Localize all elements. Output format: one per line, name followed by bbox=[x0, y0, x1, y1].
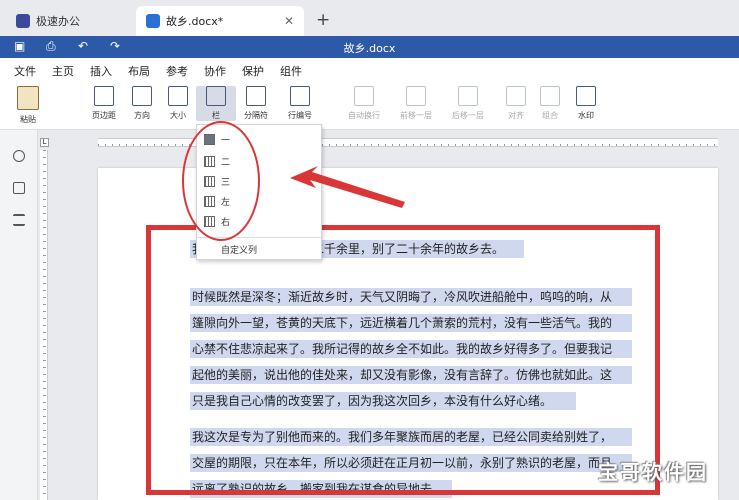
paste-label: 粘贴 bbox=[20, 115, 36, 124]
menu-protect[interactable]: 保护 bbox=[242, 63, 264, 79]
left-panel bbox=[0, 130, 38, 500]
margins-label: 页边距 bbox=[92, 111, 116, 120]
line-numbers-icon bbox=[290, 86, 310, 106]
align-icon bbox=[506, 86, 526, 106]
wrap-icon bbox=[354, 86, 374, 106]
group-label: 组合 bbox=[542, 111, 558, 120]
menu-references[interactable]: 参考 bbox=[166, 63, 188, 79]
menu-file[interactable]: 文件 bbox=[14, 63, 36, 79]
tab-label: 极速办公 bbox=[36, 15, 80, 28]
size-label: 大小 bbox=[170, 111, 186, 120]
outline-icon[interactable] bbox=[13, 214, 25, 226]
window-title: 故乡.docx bbox=[343, 42, 396, 55]
new-tab-button[interactable]: + bbox=[316, 10, 330, 30]
watermark-button[interactable]: 水印 bbox=[566, 86, 606, 121]
tab-document[interactable]: 故乡.docx* ✕ bbox=[136, 6, 304, 36]
vertical-ruler[interactable] bbox=[40, 150, 48, 500]
paste-button[interactable]: 粘贴 bbox=[8, 86, 48, 125]
menu-components[interactable]: 组件 bbox=[280, 63, 302, 79]
bring-forward-button[interactable]: 前移一层 bbox=[396, 86, 436, 121]
annotation-ellipse bbox=[182, 121, 260, 241]
search-icon[interactable] bbox=[13, 150, 25, 162]
send-backward-icon bbox=[458, 86, 478, 106]
title-bar: ▣ ⎙ ↶ ↷ 故乡.docx bbox=[0, 36, 739, 58]
wrap-button[interactable]: 自动换行 bbox=[344, 86, 384, 121]
menu-collaborate[interactable]: 协作 bbox=[204, 63, 226, 79]
bring-forward-label: 前移一层 bbox=[400, 111, 432, 120]
page-size-icon bbox=[168, 86, 188, 106]
tab-bar: 极速办公 故乡.docx* ✕ + bbox=[0, 0, 739, 36]
margins-icon bbox=[94, 86, 114, 106]
document-icon bbox=[146, 14, 160, 28]
breaks-icon bbox=[246, 86, 266, 106]
line-numbers-label: 行编号 bbox=[288, 111, 312, 120]
clipboard-icon bbox=[17, 86, 39, 110]
group-button[interactable]: 组合 bbox=[530, 86, 570, 121]
wrap-label: 自动换行 bbox=[348, 111, 380, 120]
tab-home[interactable]: 极速办公 bbox=[6, 6, 134, 36]
tab-label: 故乡.docx* bbox=[166, 15, 224, 28]
send-backward-label: 后移一层 bbox=[452, 111, 484, 120]
watermark-label: 水印 bbox=[578, 111, 594, 120]
send-backward-button[interactable]: 后移一层 bbox=[448, 86, 488, 121]
orientation-icon bbox=[132, 86, 152, 106]
close-icon[interactable]: ✕ bbox=[284, 14, 294, 28]
bring-forward-icon bbox=[406, 86, 426, 106]
annotation-box bbox=[146, 225, 660, 495]
margins-button[interactable]: 页边距 bbox=[84, 86, 124, 121]
menu-insert[interactable]: 插入 bbox=[90, 63, 112, 79]
size-button[interactable]: 大小 bbox=[158, 86, 198, 121]
columns-icon bbox=[206, 86, 226, 106]
tab-stop-selector[interactable]: L bbox=[40, 138, 49, 147]
orientation-button[interactable]: 方向 bbox=[122, 86, 162, 121]
orientation-label: 方向 bbox=[134, 111, 150, 120]
columns-button[interactable]: 栏 bbox=[196, 86, 236, 121]
rocket-icon bbox=[16, 14, 30, 28]
breaks-label: 分隔符 bbox=[244, 111, 268, 120]
line-numbers-button[interactable]: 行编号 bbox=[280, 86, 320, 121]
group-icon bbox=[540, 86, 560, 106]
menu-home[interactable]: 主页 bbox=[52, 63, 74, 79]
site-watermark: 宝哥软件园 bbox=[598, 460, 708, 484]
columns-label: 栏 bbox=[212, 111, 220, 120]
custom-columns-option[interactable]: 自定义列 bbox=[221, 243, 257, 256]
comment-icon[interactable] bbox=[13, 182, 25, 194]
watermark-icon bbox=[576, 86, 596, 106]
menu-bar: 文件 主页 插入 布局 参考 协作 保护 组件 bbox=[0, 58, 739, 83]
breaks-button[interactable]: 分隔符 bbox=[236, 86, 276, 121]
ribbon-toolbar: 粘贴 页边距 方向 大小 栏 分隔符 行编号 自动换行 前移一层 后移一层 对齐 bbox=[0, 80, 739, 130]
